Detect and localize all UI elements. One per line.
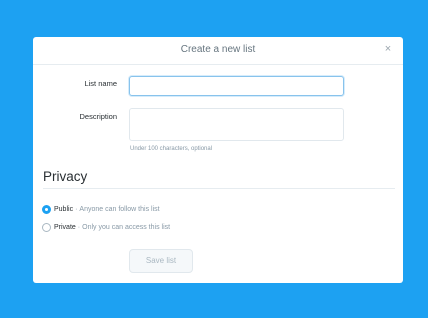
close-icon[interactable]: × [381, 42, 395, 56]
section-divider [43, 188, 395, 189]
description-hint: Under 100 characters, optional [130, 146, 213, 152]
create-list-dialog: Create a new list × List name Descriptio… [33, 37, 403, 283]
dialog-header: Create a new list × [33, 37, 403, 65]
public-separator: · [75, 205, 78, 213]
private-label: Private [54, 223, 76, 231]
private-separator: · [77, 223, 81, 231]
save-list-button[interactable]: Save list [129, 249, 193, 273]
privacy-heading: Privacy [43, 169, 88, 184]
privacy-option-public[interactable]: Public · Anyone can follow this list [42, 203, 160, 215]
list-name-label: List name [84, 79, 117, 88]
list-name-input[interactable] [129, 76, 344, 96]
public-description: Anyone can follow this list [79, 205, 160, 213]
dialog-title: Create a new list [180, 44, 256, 55]
public-radio[interactable] [42, 204, 51, 214]
privacy-option-private[interactable]: Private · Only you can access this list [42, 221, 170, 233]
private-radio[interactable] [42, 222, 51, 232]
public-label: Public [54, 205, 74, 213]
private-description: Only you can access this list [82, 223, 171, 231]
description-label: Description [79, 112, 117, 121]
description-input[interactable] [129, 108, 344, 141]
